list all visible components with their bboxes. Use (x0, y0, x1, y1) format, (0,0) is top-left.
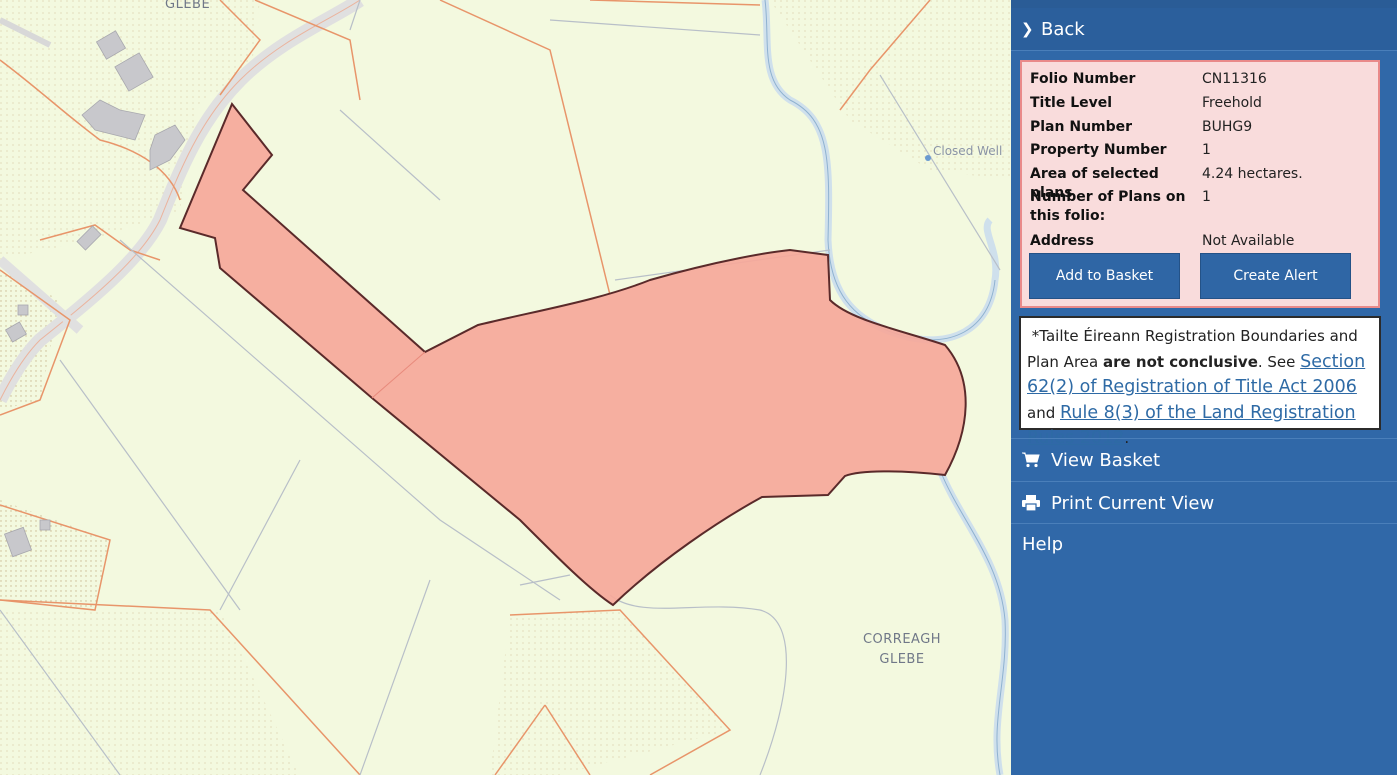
property-number-value: 1 (1202, 142, 1211, 158)
back-button[interactable]: ❯ Back (1011, 8, 1397, 51)
plans-count-key: Number of Plans on this folio: (1030, 189, 1186, 224)
notice-and: and (1027, 403, 1060, 422)
notice-bold: are not conclusive (1102, 352, 1258, 371)
print-view-button[interactable]: Print Current View (1011, 481, 1397, 524)
plans-count-value: 1 (1202, 189, 1211, 205)
well-marker-icon (925, 155, 931, 161)
area-value: 4.24 hectares. (1202, 166, 1303, 182)
notice-middle: . See (1257, 352, 1301, 371)
title-level-value: Freehold (1202, 95, 1262, 111)
side-panel: ❯ Back Folio Number CN11316 Title Level … (1011, 0, 1397, 775)
print-view-label: Print Current View (1051, 492, 1215, 514)
plan-number-value: BUHG9 (1202, 119, 1253, 135)
create-alert-button[interactable]: Create Alert (1200, 253, 1351, 299)
help-label: Help (1022, 534, 1064, 555)
folio-number-value: CN11316 (1202, 71, 1267, 87)
property-number-key: Property Number (1030, 142, 1167, 158)
title-level-key: Title Level (1030, 95, 1113, 111)
map-view[interactable]: GLEBE CORREAGH GLEBE Closed Well (0, 0, 1011, 775)
view-basket-label: View Basket (1051, 449, 1161, 471)
address-key: Address (1030, 233, 1094, 249)
cart-icon (1022, 452, 1040, 468)
plan-number-key: Plan Number (1030, 119, 1133, 135)
folio-info-box: Folio Number CN11316 Title Level Freehol… (1020, 60, 1380, 308)
map-canvas[interactable]: GLEBE CORREAGH GLEBE Closed Well (0, 0, 1011, 775)
chevron-right-icon: ❯ (1021, 20, 1034, 38)
feature-label-closed-well: Closed Well (933, 144, 1002, 158)
address-value: Not Available (1202, 233, 1295, 249)
place-label-line2: GLEBE (879, 652, 924, 667)
place-label-top: GLEBE (165, 0, 210, 12)
folio-number-key: Folio Number (1030, 71, 1136, 87)
panel-top-strip (1011, 0, 1397, 8)
back-label: Back (1041, 18, 1085, 40)
add-to-basket-button[interactable]: Add to Basket (1029, 253, 1180, 299)
view-basket-button[interactable]: View Basket (1011, 438, 1397, 481)
disclaimer-notice: *Tailte Éireann Registration Boundaries … (1019, 316, 1381, 448)
printer-icon (1022, 495, 1040, 511)
help-button[interactable]: Help (1011, 523, 1397, 565)
place-label-line1: CORREAGH (863, 632, 941, 647)
